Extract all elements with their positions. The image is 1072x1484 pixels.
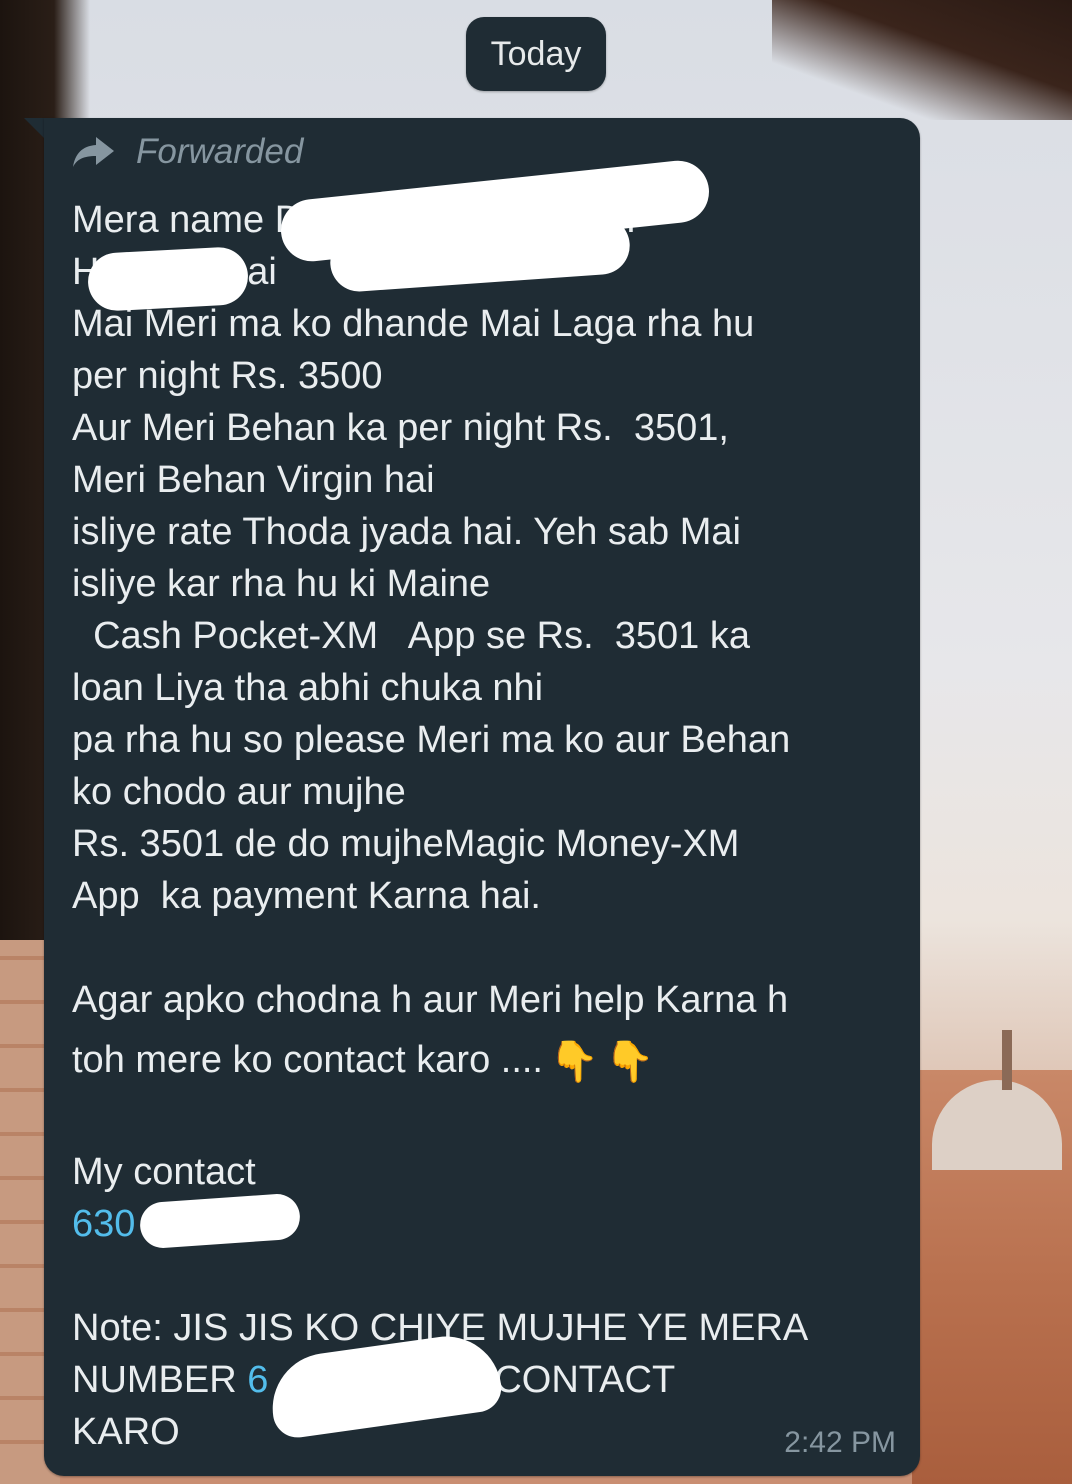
message-line: pa rha hu so please Meri ma ko aur Behan — [72, 719, 791, 761]
note-text: NUMBER — [72, 1359, 248, 1401]
message-timestamp: 2:42 PM — [784, 1426, 896, 1459]
pointing-down-emoji-icon: 👇 — [604, 1039, 655, 1084]
message-line: per night Rs. 3500 — [72, 355, 383, 397]
redaction-scribble — [86, 245, 250, 313]
message-text: Mera name D ANTH H hai Mai Meri ma ko dh… — [72, 194, 892, 1458]
note-line-3: KARO — [72, 1411, 180, 1453]
wallpaper-spire — [1002, 1030, 1012, 1090]
message-line: ko chodo aur mujhe — [72, 771, 406, 813]
forwarded-text: Forwarded — [136, 132, 304, 171]
date-chip: Today — [466, 17, 606, 91]
bubble-tail — [24, 118, 46, 140]
message-line: Rs. 3501 de do mujheMagic Money-XM — [72, 823, 740, 865]
pointing-down-emoji-icon: 👇 — [549, 1039, 599, 1084]
note-line-1: Note: JIS JIS KO CHIYE MUJHE YE MERA — [72, 1307, 809, 1349]
message-line: Meri Behan Virgin hai — [72, 459, 435, 501]
forward-arrow-icon — [73, 137, 114, 167]
contact-label: My contact — [72, 1151, 256, 1193]
message-line: isliye rate Thoda jyada hai. Yeh sab Mai — [72, 511, 741, 553]
para2-line2: toh mere ko contact karo .... — [72, 1039, 543, 1081]
message-line: Cash Pocket-XM App se Rs. 3501 ka — [72, 615, 750, 657]
chat-screen: Today Forwarded Mera name D ANTH H hai M… — [0, 0, 1072, 1484]
wallpaper-arch-top — [772, 0, 1072, 120]
para2-line1: Agar apko chodna h aur Meri help Karna h — [72, 979, 789, 1021]
message-line: Agar apko chodna h aur Meri help Karna h — [72, 974, 892, 1034]
message-line: Aur Meri Behan ka per night Rs. 3501, — [72, 407, 729, 449]
forwarded-label: Forwarded — [72, 128, 892, 176]
message-line: toh mere ko contact karo .... 👇 👇 — [72, 1034, 892, 1094]
message-bubble[interactable]: Forwarded Mera name D ANTH H hai Mai Mer… — [44, 118, 920, 1476]
message-line: isliye kar rha hu ki Maine — [72, 563, 491, 605]
message-line: loan Liya tha abhi chuka nhi — [72, 667, 544, 709]
message-line: App ka payment Karna hai. — [72, 875, 541, 917]
